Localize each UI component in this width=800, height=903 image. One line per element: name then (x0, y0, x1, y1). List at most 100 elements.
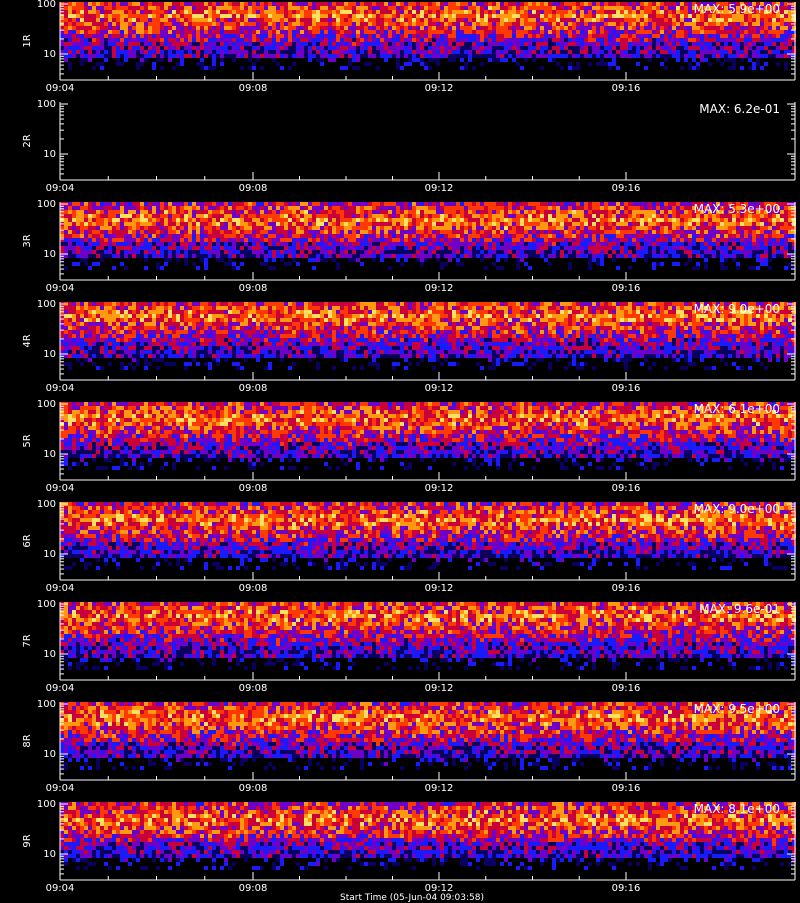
heatmap-cell (408, 206, 412, 210)
heatmap-cell (392, 14, 396, 18)
heatmap-cell (636, 2, 640, 6)
heatmap-cell (572, 30, 576, 34)
heatmap-cell (124, 206, 128, 210)
heatmap-cell (704, 54, 708, 58)
heatmap-cell (112, 22, 116, 26)
heatmap-cell (100, 18, 104, 22)
heatmap-cell (196, 42, 200, 46)
heatmap-cell (404, 50, 408, 54)
heatmap-cell (496, 206, 500, 210)
heatmap-cell (460, 30, 464, 34)
heatmap-cell (144, 246, 148, 250)
heatmap-cell (296, 222, 300, 226)
heatmap-cell (256, 18, 260, 22)
heatmap-cell (244, 210, 248, 214)
heatmap-cell (756, 230, 760, 234)
heatmap-cell (456, 54, 460, 58)
heatmap-cell (480, 218, 484, 222)
heatmap-cell (256, 206, 260, 210)
heatmap-cell (504, 50, 508, 54)
heatmap-cell (532, 50, 536, 54)
heatmap-cell (164, 222, 168, 226)
heatmap-cell (88, 34, 92, 38)
heatmap-cell (288, 234, 292, 238)
heatmap-cell (540, 10, 544, 14)
heatmap-cell (740, 222, 744, 226)
heatmap-cell (124, 30, 128, 34)
heatmap-cell (184, 38, 188, 42)
heatmap-cell (460, 206, 464, 210)
heatmap-cell (628, 222, 632, 226)
heatmap-cell (240, 50, 244, 54)
heatmap-cell (264, 238, 268, 242)
heatmap-cell (320, 50, 324, 54)
heatmap-cell (440, 30, 444, 34)
heatmap-cell (104, 38, 108, 42)
heatmap-cell (120, 42, 124, 46)
heatmap-cell (440, 50, 444, 54)
heatmap-cell (420, 62, 424, 66)
heatmap-cell (152, 38, 156, 42)
heatmap-cell (640, 222, 644, 226)
heatmap-cell (124, 202, 128, 206)
heatmap-cell (640, 34, 644, 38)
heatmap-cell (224, 206, 228, 210)
heatmap-cell (576, 238, 580, 242)
heatmap-cell (236, 18, 240, 22)
heatmap-cell (480, 62, 484, 66)
heatmap-cell (756, 58, 760, 62)
heatmap-cell (652, 30, 656, 34)
heatmap-cell (620, 206, 624, 210)
heatmap-cell (200, 26, 204, 30)
heatmap-cell (616, 46, 620, 50)
heatmap-cell (320, 210, 324, 214)
heatmap-cell (268, 2, 272, 6)
heatmap-cell (76, 18, 80, 22)
heatmap-cell (204, 46, 208, 50)
heatmap-cell (416, 238, 420, 242)
heatmap-cell (348, 34, 352, 38)
heatmap-cell (352, 218, 356, 222)
heatmap-cell (208, 202, 212, 206)
heatmap-cell (216, 22, 220, 26)
heatmap-cell (316, 26, 320, 30)
heatmap-cell (280, 210, 284, 214)
heatmap-cell (376, 226, 380, 230)
heatmap-cell (288, 238, 292, 242)
heatmap-cell (416, 218, 420, 222)
heatmap-cell (704, 46, 708, 50)
heatmap-cell (72, 42, 76, 46)
heatmap-cell (700, 50, 704, 54)
heatmap-cell (608, 210, 612, 214)
heatmap-cell (68, 14, 72, 18)
heatmap-cell (64, 246, 68, 250)
heatmap-cell (500, 246, 504, 250)
heatmap-cell (352, 58, 356, 62)
heatmap-cell (400, 246, 404, 250)
heatmap-cell (688, 54, 692, 58)
heatmap-cell (360, 14, 364, 18)
heatmap-cell (420, 218, 424, 222)
heatmap-cell (108, 230, 112, 234)
heatmap-cell (220, 42, 224, 46)
heatmap-cell (240, 54, 244, 58)
heatmap-cell (356, 234, 360, 238)
heatmap-cell (340, 6, 344, 10)
heatmap-cell (548, 242, 552, 246)
heatmap-cell (480, 238, 484, 242)
heatmap-cell (540, 214, 544, 218)
heatmap-cell (448, 50, 452, 54)
heatmap-cell (352, 38, 356, 42)
heatmap-cell (572, 34, 576, 38)
heatmap-cell (436, 38, 440, 42)
heatmap-cell (628, 46, 632, 50)
heatmap-cell (652, 210, 656, 214)
heatmap-cell (556, 50, 560, 54)
heatmap-cell (512, 38, 516, 42)
heatmap-cell (448, 18, 452, 22)
heatmap-cell (212, 66, 216, 70)
heatmap-cell (388, 238, 392, 242)
heatmap-cell (160, 38, 164, 42)
heatmap-cell (188, 206, 192, 210)
heatmap-cell (568, 214, 572, 218)
